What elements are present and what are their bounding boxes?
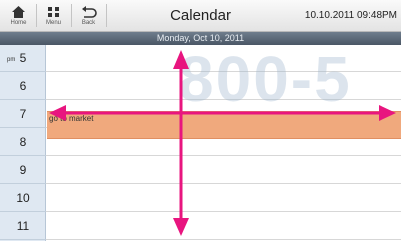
hour-number: 5 — [19, 51, 27, 65]
home-button[interactable]: Home — [2, 0, 35, 31]
time-slot[interactable] — [46, 213, 401, 240]
hour-label-10: 10 — [0, 185, 46, 212]
ampm-indicator: pm — [7, 57, 16, 63]
datetime-display: 10.10.2011 09:48PM — [304, 10, 397, 21]
time-slot[interactable] — [46, 73, 401, 100]
top-toolbar: Home Menu Back Calendar 10.10.2011 09:48… — [0, 0, 401, 32]
hour-label-11: 11 — [0, 213, 46, 240]
date-header: Monday, Oct 10, 2011 — [0, 32, 401, 45]
back-button[interactable]: Back — [72, 0, 105, 31]
back-arrow-icon — [72, 5, 105, 18]
menu-grid-icon — [37, 5, 70, 17]
hour-column: pm 5 6 7 8 9 10 11 — [0, 45, 46, 241]
home-label: Home — [10, 20, 27, 26]
time-slot[interactable] — [46, 45, 401, 72]
hour-label-7: 7 — [0, 101, 46, 128]
time-slot[interactable] — [46, 157, 401, 184]
event-title: go to market — [49, 114, 94, 123]
time-slot[interactable] — [46, 185, 401, 212]
hour-label-5: pm 5 — [0, 45, 46, 72]
back-label: Back — [81, 20, 96, 26]
toolbar-divider — [106, 4, 107, 27]
menu-label: Menu — [45, 20, 61, 26]
menu-button[interactable]: Menu — [37, 0, 70, 31]
hour-label-6: 6 — [0, 73, 46, 100]
hour-label-9: 9 — [0, 157, 46, 184]
hour-label-8: 8 — [0, 129, 46, 156]
day-view-grid[interactable]: pm 5 6 7 8 9 10 11 — [0, 45, 401, 241]
home-icon — [2, 5, 35, 18]
calendar-event[interactable]: go to market — [47, 111, 401, 139]
